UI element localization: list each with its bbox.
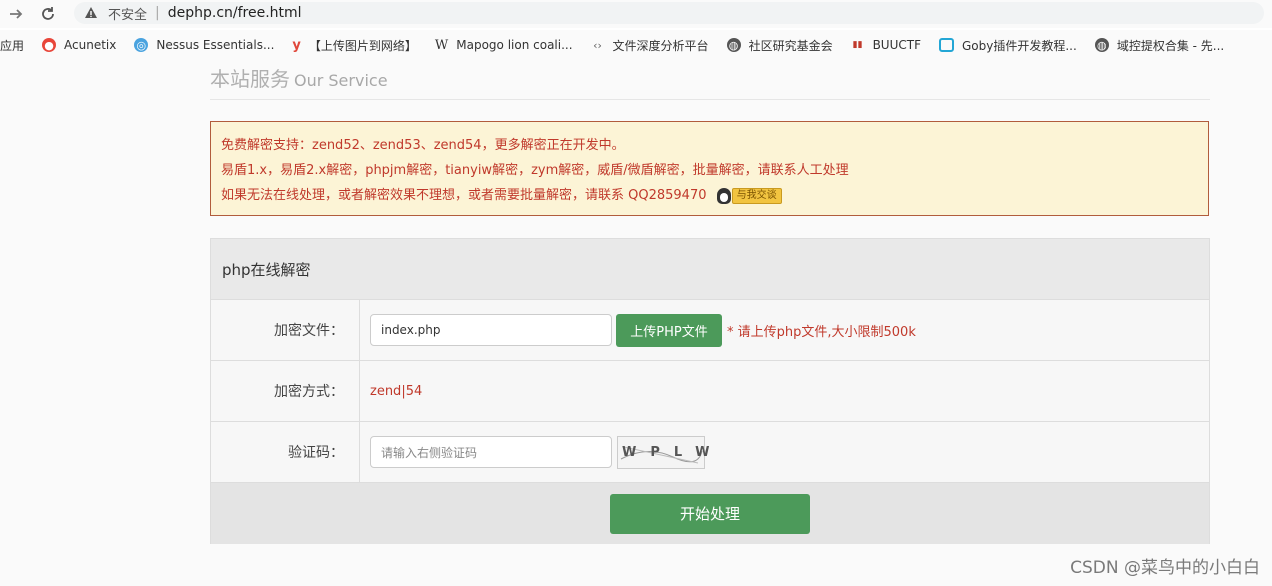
- csdn-watermark: CSDN @菜鸟中的小白白: [1070, 558, 1260, 578]
- file-hint: * 请上传php文件,大小限制500k: [727, 324, 916, 340]
- qq-chat-button[interactable]: 与我交谈: [716, 187, 782, 204]
- url-separator: |: [155, 5, 160, 21]
- forward-arrow-icon[interactable]: [6, 4, 26, 24]
- captcha-row: 验证码： 请输入右侧验证码 WPLW: [211, 422, 1209, 483]
- buuctf-icon: ▮▮: [852, 40, 863, 50]
- method-label: 加密方式：: [211, 361, 360, 421]
- panel-title: php在线解密: [211, 239, 1209, 300]
- bookmark-label: Nessus Essentials...: [156, 38, 275, 52]
- bookmark-label: Mapogo lion coali...: [456, 38, 573, 52]
- decrypt-panel: php在线解密 加密文件： index.php 上传PHP文件 * 请上传php…: [210, 238, 1210, 544]
- bookmark-label: Goby插件开发教程...: [962, 38, 1077, 53]
- upload-php-button[interactable]: 上传PHP文件: [616, 313, 722, 347]
- y-icon: y: [292, 37, 301, 53]
- bookmark-nessus[interactable]: ◎ Nessus Essentials...: [134, 38, 274, 52]
- file-cell: index.php 上传PHP文件 * 请上传php文件,大小限制500k: [360, 300, 916, 360]
- globe-icon: ◍: [726, 38, 741, 52]
- wiki-icon: W: [434, 37, 449, 53]
- captcha-text: WPLW: [622, 444, 724, 460]
- method-value: zend|54: [370, 383, 423, 399]
- bookmark-domain[interactable]: ◍ 域控提权合集 - 先...: [1094, 37, 1225, 54]
- method-cell: zend|54: [360, 361, 422, 421]
- nessus-icon: ◎: [134, 38, 149, 52]
- notice-line-3-text: 如果无法在线处理，或者解密效果不理想，或者需要批量解密，请联系 QQ285947…: [221, 188, 707, 203]
- qq-penguin-icon: [716, 187, 731, 204]
- heading-en: Our Service: [294, 71, 388, 90]
- acunetix-icon: ●: [42, 38, 57, 52]
- captcha-image[interactable]: WPLW: [617, 435, 709, 469]
- address-bar[interactable]: 不安全 | dephp.cn/free.html: [74, 2, 1264, 24]
- browser-toolbar: 不安全 | dephp.cn/free.html: [0, 0, 1272, 28]
- method-row: 加密方式： zend|54: [211, 361, 1209, 422]
- file-row: 加密文件： index.php 上传PHP文件 * 请上传php文件,大小限制5…: [211, 300, 1209, 361]
- bookmark-label: 应用: [0, 38, 25, 53]
- bookmark-goby[interactable]: Goby插件开发教程...: [939, 37, 1077, 54]
- heading-zh: 本站服务: [210, 67, 290, 91]
- bilibili-icon: [939, 38, 954, 52]
- bookmark-label: BUUCTF: [872, 38, 921, 52]
- captcha-label: 验证码：: [211, 422, 360, 482]
- reload-icon[interactable]: [38, 4, 58, 24]
- file-label: 加密文件：: [211, 300, 360, 360]
- security-label: 不安全: [108, 7, 148, 23]
- bookmark-file-analysis[interactable]: ‹› 文件深度分析平台: [591, 37, 709, 54]
- file-input[interactable]: index.php: [370, 314, 612, 346]
- bookmark-y[interactable]: y 【上传图片到网络】: [292, 37, 417, 54]
- url-text[interactable]: dephp.cn/free.html: [168, 5, 302, 21]
- captcha-cell: 请输入右侧验证码 WPLW: [360, 422, 709, 482]
- bookmark-apps[interactable]: 应用: [0, 37, 24, 54]
- bookmark-buuctf[interactable]: ▮▮ BUUCTF: [851, 38, 921, 52]
- qq-chat-label: 与我交谈: [731, 187, 782, 204]
- bookmark-label: 社区研究基金会: [748, 38, 833, 53]
- notice-line-2: 易盾1.x，易盾2.x解密，phpjm解密，tianyiw解密，zym解密，威盾…: [221, 163, 849, 178]
- bookmark-label: 文件深度分析平台: [612, 38, 709, 53]
- bookmark-acunetix[interactable]: ● Acunetix: [42, 38, 116, 52]
- page-content: 本站服务 Our Service 免费解密支持：zend52、zend53、zen…: [0, 60, 1272, 586]
- notice-box: 免费解密支持：zend52、zend53、zend54，更多解密正在开发中。 易…: [210, 121, 1209, 216]
- divider: [210, 99, 1210, 100]
- submit-row: 开始处理: [211, 483, 1209, 544]
- bookmarks-bar: 应用 ● Acunetix ◎ Nessus Essentials... y 【上传图…: [0, 30, 1272, 60]
- globe-icon: ◍: [1094, 38, 1109, 52]
- bookmark-label: 域控提权合集 - 先...: [1116, 38, 1225, 53]
- warning-icon: [82, 4, 100, 22]
- start-processing-button[interactable]: 开始处理: [610, 493, 810, 534]
- bookmark-mapogo[interactable]: W Mapogo lion coali...: [435, 38, 573, 53]
- bookmark-label: Acunetix: [64, 38, 117, 52]
- captcha-input[interactable]: 请输入右侧验证码: [370, 436, 612, 468]
- notice-line-1: 免费解密支持：zend52、zend53、zend54，更多解密正在开发中。: [221, 138, 625, 153]
- bookmark-community[interactable]: ◍ 社区研究基金会: [726, 37, 833, 54]
- bookmark-label: 【上传图片到网络】: [308, 38, 417, 53]
- code-icon: ‹›: [593, 38, 602, 52]
- notice-line-3: 如果无法在线处理，或者解密效果不理想，或者需要批量解密，请联系 QQ285947…: [221, 183, 1198, 208]
- page-title: 本站服务 Our Service: [210, 63, 388, 92]
